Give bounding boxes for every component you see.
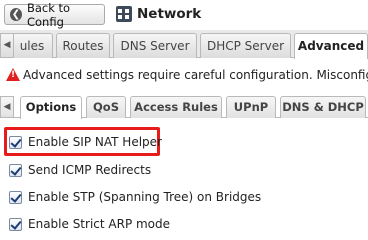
subtab-access-rules[interactable]: Access Rules (130, 96, 222, 118)
subtab-scroll-left-button[interactable]: ◀ (0, 96, 14, 118)
subtab-options[interactable]: Options (20, 96, 82, 119)
sip-nat-helper-checkbox[interactable] (9, 135, 22, 149)
option-stp-bridges[interactable]: Enable STP (Spanning Tree) on Bridges (9, 188, 261, 206)
back-arrow-icon: ❮ (10, 8, 22, 21)
tab-dhcp-server[interactable]: DHCP Server (200, 33, 291, 58)
tab-scroll-left-button[interactable]: ◀ (0, 33, 14, 58)
subtab-options-label: Options (25, 100, 77, 114)
tab-dns-server[interactable]: DNS Server (113, 33, 197, 58)
back-button-label: Back to Config (26, 0, 71, 29)
stp-bridges-label: Enable STP (Spanning Tree) on Bridges (28, 190, 262, 204)
option-sip-nat-helper[interactable]: Enable SIP NAT Helper (9, 133, 162, 151)
back-to-config-button[interactable]: ❮ Back to Config (4, 1, 105, 29)
subtab-dns-dhcp-label: DNS & DHCP (282, 100, 364, 114)
sub-tab-bar: ◀ Options QoS Access Rules UPnP DNS & DH… (0, 94, 368, 119)
subtab-upnp[interactable]: UPnP (226, 96, 276, 118)
main-tab-bar: ules ◀ Routes DNS Server DHCP Server Adv… (0, 30, 368, 59)
tab-advanced-label: Advanced (297, 39, 365, 53)
subtab-access-rules-label: Access Rules (134, 100, 218, 114)
subtab-qos[interactable]: QoS (86, 96, 126, 118)
chevron-left-icon: ◀ (3, 102, 11, 112)
icmp-redirects-checkbox[interactable] (9, 163, 22, 177)
subtab-upnp-label: UPnP (233, 100, 269, 114)
option-icmp-redirects[interactable]: Send ICMP Redirects (9, 161, 151, 179)
subtab-qos-label: QoS (93, 100, 119, 114)
network-icon (116, 6, 132, 22)
sip-nat-helper-label: Enable SIP NAT Helper (28, 135, 162, 149)
top-bar: ❮ Back to Config Network (0, 0, 368, 30)
strict-arp-label: Enable Strict ARP mode (28, 217, 171, 231)
chevron-left-icon: ◀ (3, 40, 11, 50)
tab-dns-server-label: DNS Server (120, 39, 190, 53)
warning-icon: ! (6, 68, 20, 81)
tab-routes[interactable]: Routes (56, 33, 110, 58)
option-strict-arp[interactable]: Enable Strict ARP mode (9, 215, 170, 233)
warning-banner: ! Advanced settings require careful conf… (0, 62, 368, 88)
tab-dhcp-server-label: DHCP Server (206, 39, 285, 53)
icmp-redirects-label: Send ICMP Redirects (28, 163, 152, 177)
tab-rules-label: ules (19, 39, 45, 53)
tab-rules[interactable]: ules (11, 33, 53, 58)
strict-arp-checkbox[interactable] (9, 217, 22, 231)
subtab-dns-dhcp[interactable]: DNS & DHCP (280, 96, 366, 118)
page-title: Network (137, 6, 202, 22)
tab-advanced[interactable]: Advanced (294, 33, 368, 59)
warning-text: Advanced settings require careful config… (23, 68, 368, 82)
tab-routes-label: Routes (62, 39, 104, 53)
stp-bridges-checkbox[interactable] (9, 190, 22, 204)
